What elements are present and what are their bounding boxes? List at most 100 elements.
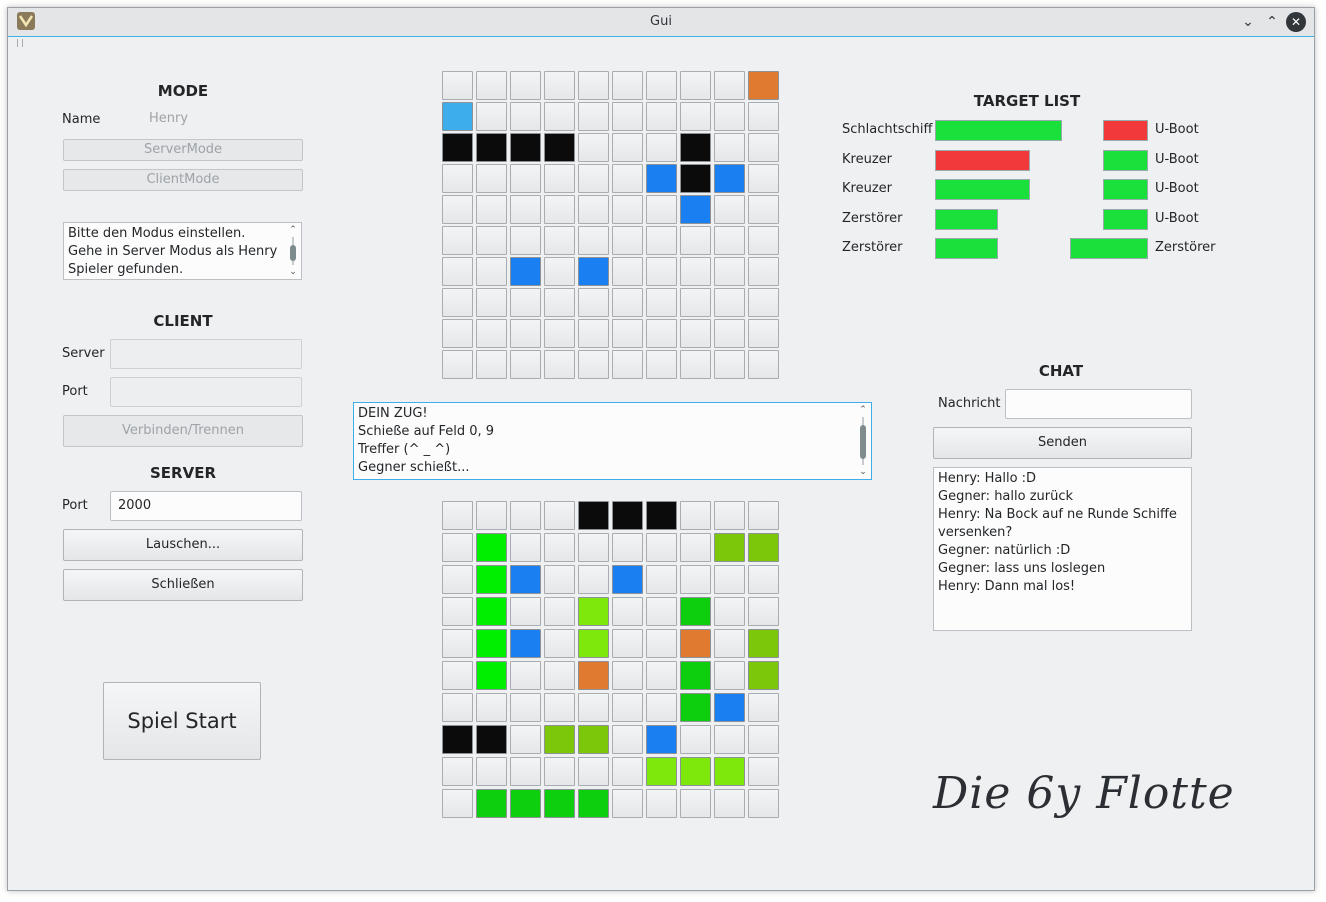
board-miss-cell[interactable] — [714, 164, 745, 193]
board-empty-cell[interactable] — [612, 693, 643, 722]
board-empty-cell[interactable] — [680, 789, 711, 818]
board-empty-cell[interactable] — [646, 71, 677, 100]
board-empty-cell[interactable] — [612, 533, 643, 562]
board-empty-cell[interactable] — [714, 565, 745, 594]
board-empty-cell[interactable] — [510, 661, 541, 690]
board-empty-cell[interactable] — [612, 350, 643, 379]
board-empty-cell[interactable] — [680, 226, 711, 255]
board-empty-cell[interactable] — [442, 350, 473, 379]
board-empty-cell[interactable] — [510, 226, 541, 255]
board-ship-cell[interactable] — [544, 725, 575, 754]
board-miss-cell[interactable] — [612, 565, 643, 594]
board-empty-cell[interactable] — [442, 501, 473, 530]
board-empty-cell[interactable] — [612, 226, 643, 255]
board-empty-cell[interactable] — [748, 757, 779, 786]
board-empty-cell[interactable] — [544, 319, 575, 348]
board-empty-cell[interactable] — [748, 501, 779, 530]
board-empty-cell[interactable] — [612, 164, 643, 193]
board-empty-cell[interactable] — [748, 319, 779, 348]
board-ship-cell[interactable] — [748, 661, 779, 690]
board-empty-cell[interactable] — [578, 319, 609, 348]
board-empty-cell[interactable] — [510, 288, 541, 317]
board-empty-cell[interactable] — [680, 71, 711, 100]
board-empty-cell[interactable] — [476, 102, 507, 131]
board-empty-cell[interactable] — [714, 133, 745, 162]
board-empty-cell[interactable] — [442, 789, 473, 818]
board-miss-cell[interactable] — [578, 257, 609, 286]
board-ship-cell[interactable] — [476, 533, 507, 562]
board-empty-cell[interactable] — [646, 288, 677, 317]
board-empty-cell[interactable] — [442, 164, 473, 193]
board-empty-cell[interactable] — [748, 164, 779, 193]
scroll-thumb[interactable] — [290, 245, 296, 261]
board-empty-cell[interactable] — [442, 195, 473, 224]
board-empty-cell[interactable] — [646, 789, 677, 818]
board-empty-cell[interactable] — [578, 533, 609, 562]
toolbar-grip[interactable] — [17, 39, 23, 47]
board-empty-cell[interactable] — [748, 288, 779, 317]
game-log[interactable]: DEIN ZUG! Schieße auf Feld 0, 9 Treffer … — [353, 402, 872, 480]
board-empty-cell[interactable] — [442, 565, 473, 594]
board-empty-cell[interactable] — [510, 164, 541, 193]
start-game-button[interactable]: Spiel Start — [103, 682, 261, 760]
board-empty-cell[interactable] — [646, 226, 677, 255]
chat-history[interactable]: Henry: Hallo :D Gegner: hallo zurück Hen… — [933, 467, 1192, 631]
board-empty-cell[interactable] — [714, 288, 745, 317]
board-empty-cell[interactable] — [578, 71, 609, 100]
board-empty-cell[interactable] — [646, 195, 677, 224]
board-empty-cell[interactable] — [476, 693, 507, 722]
board-empty-cell[interactable] — [612, 71, 643, 100]
board-empty-cell[interactable] — [510, 757, 541, 786]
board-last-shot-cell[interactable] — [578, 661, 609, 690]
board-empty-cell[interactable] — [442, 757, 473, 786]
board-empty-cell[interactable] — [476, 71, 507, 100]
board-ship-cell[interactable] — [510, 789, 541, 818]
board-empty-cell[interactable] — [544, 597, 575, 626]
board-empty-cell[interactable] — [748, 789, 779, 818]
board-miss-cell[interactable] — [646, 725, 677, 754]
board-empty-cell[interactable] — [476, 501, 507, 530]
board-hit-cell[interactable] — [612, 501, 643, 530]
own-board[interactable] — [442, 501, 784, 823]
board-empty-cell[interactable] — [544, 164, 575, 193]
board-ship-cell[interactable] — [680, 597, 711, 626]
board-empty-cell[interactable] — [680, 319, 711, 348]
board-empty-cell[interactable] — [510, 533, 541, 562]
board-empty-cell[interactable] — [476, 226, 507, 255]
client-server-input[interactable] — [110, 339, 302, 369]
board-empty-cell[interactable] — [578, 226, 609, 255]
board-empty-cell[interactable] — [748, 257, 779, 286]
board-empty-cell[interactable] — [748, 195, 779, 224]
board-ship-cell[interactable] — [680, 693, 711, 722]
board-empty-cell[interactable] — [544, 693, 575, 722]
board-empty-cell[interactable] — [646, 533, 677, 562]
maximize-icon[interactable]: ⌃ — [1262, 12, 1282, 32]
board-empty-cell[interactable] — [680, 533, 711, 562]
board-empty-cell[interactable] — [748, 565, 779, 594]
board-empty-cell[interactable] — [544, 288, 575, 317]
board-empty-cell[interactable] — [714, 319, 745, 348]
board-empty-cell[interactable] — [612, 725, 643, 754]
board-empty-cell[interactable] — [578, 195, 609, 224]
board-empty-cell[interactable] — [646, 661, 677, 690]
scroll-down-icon[interactable]: ⌄ — [857, 467, 869, 477]
board-empty-cell[interactable] — [646, 565, 677, 594]
board-empty-cell[interactable] — [612, 629, 643, 658]
board-empty-cell[interactable] — [544, 102, 575, 131]
board-hit-cell[interactable] — [578, 501, 609, 530]
board-empty-cell[interactable] — [646, 693, 677, 722]
board-empty-cell[interactable] — [442, 661, 473, 690]
board-empty-cell[interactable] — [748, 350, 779, 379]
board-empty-cell[interactable] — [612, 133, 643, 162]
client-mode-button[interactable]: ClientMode — [63, 169, 303, 191]
close-server-button[interactable]: Schließen — [63, 569, 303, 601]
board-hit-cell[interactable] — [442, 725, 473, 754]
board-empty-cell[interactable] — [442, 693, 473, 722]
board-ship-cell[interactable] — [578, 789, 609, 818]
board-empty-cell[interactable] — [680, 565, 711, 594]
board-ship-cell[interactable] — [476, 629, 507, 658]
board-ship-cell[interactable] — [578, 725, 609, 754]
board-empty-cell[interactable] — [612, 597, 643, 626]
board-empty-cell[interactable] — [646, 350, 677, 379]
board-empty-cell[interactable] — [680, 257, 711, 286]
